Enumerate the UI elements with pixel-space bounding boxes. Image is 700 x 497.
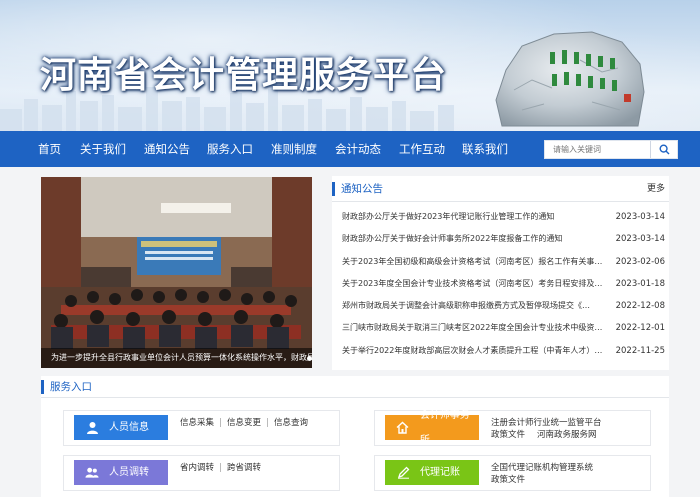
- pen-icon: [396, 466, 410, 480]
- nav-notices[interactable]: 通知公告: [144, 131, 207, 167]
- notice-item[interactable]: 关于2023年全国初级和高级会计资格考试（河南考区）报名工作有关事项的通知 202…: [332, 251, 669, 273]
- divider: [220, 418, 222, 427]
- link-bookkeeping-policy[interactable]: 政策文件: [491, 474, 593, 486]
- notice-item-title[interactable]: 关于举行2022年度财政部高层次财会人才素质提升工程（中青年人才）选拔考试的通知: [342, 340, 607, 362]
- agency-bookkeeping-button[interactable]: 代理记账: [385, 460, 479, 485]
- notice-item[interactable]: 郑州市财政局关于调整会计高级职称申报缴费方式及暂停现场提交《… 2022-12-0…: [332, 295, 669, 317]
- notice-title: 通知公告: [341, 183, 383, 195]
- search-box: [544, 140, 678, 159]
- service-card-accounting-firm: 会计师事务所 注册会计师行业统一监管平台 政策文件 河南政务服务网: [374, 410, 651, 446]
- notice-item-date: 2023-01-18: [615, 278, 665, 289]
- personnel-transfer-button[interactable]: 人员调转: [74, 460, 168, 485]
- notice-item-date: 2023-03-14: [615, 212, 665, 222]
- notice-item-date: 2022-11-25: [615, 345, 665, 356]
- notice-item-title[interactable]: 财政部办公厅关于做好2023年代理记账行业管理工作的通知: [342, 206, 607, 228]
- section-marker: [332, 182, 335, 196]
- service-title: 服务入口: [50, 381, 92, 393]
- notice-item[interactable]: 关于举行2022年度财政部高层次财会人才素质提升工程（中青年人才）选拔考试的通知…: [332, 340, 669, 362]
- service-card-agency-bookkeeping: 代理记账 全国代理记账机构管理系统 政策文件: [374, 455, 651, 491]
- link-henan-gov-service[interactable]: 河南政务服务网: [537, 430, 597, 440]
- link-in-province-transfer[interactable]: 省内调转: [180, 463, 214, 473]
- search-input[interactable]: [545, 141, 649, 158]
- notice-item[interactable]: 三门峡市财政局关于取消三门峡考区2022年度全国会计专业技术中级资格考试的通知 2…: [332, 317, 669, 339]
- service-card-personnel-info: 人员信息 信息采集 信息变更 信息查询: [63, 410, 340, 446]
- nav-contact[interactable]: 联系我们: [462, 131, 522, 167]
- notice-item[interactable]: 财政部办公厅关于做好2023年代理记账行业管理工作的通知 2023-03-14: [332, 206, 669, 228]
- news-carousel[interactable]: 为进一步提升全县行政事业单位会计人员预算一体化系统操作水平，财政局预算一体化系统…: [41, 177, 312, 368]
- personnel-info-label: 人员信息: [109, 422, 149, 433]
- notice-item-title[interactable]: 财政部办公厅关于做好会计师事务所2022年度报备工作的通知: [342, 228, 607, 250]
- link-policy-docs[interactable]: 政策文件: [491, 430, 525, 440]
- main-nav: 首页 关于我们 通知公告 服务入口 准则制度 会计动态 工作互动 联系我们: [0, 131, 700, 167]
- nav-standards[interactable]: 准则制度: [271, 131, 335, 167]
- personnel-transfer-label: 人员调转: [109, 467, 149, 478]
- notice-item-title[interactable]: 三门峡市财政局关于取消三门峡考区2022年度全国会计专业技术中级资格考试的通知: [342, 317, 607, 339]
- divider: [220, 463, 222, 472]
- header-banner: 河南省会计管理服务平台: [0, 0, 700, 131]
- divider: [267, 418, 269, 427]
- user-icon: [85, 421, 99, 435]
- link-info-change[interactable]: 信息变更: [227, 418, 261, 428]
- site-title: 河南省会计管理服务平台: [40, 55, 448, 96]
- carousel-dots: [307, 356, 312, 361]
- home-icon: [396, 421, 410, 435]
- notice-item-title[interactable]: 关于2023年全国初级和高级会计资格考试（河南考区）报名工作有关事项的通知: [342, 251, 607, 273]
- accounting-firm-button[interactable]: 会计师事务所: [385, 410, 479, 446]
- notice-item-date: 2022-12-01: [615, 323, 665, 334]
- nav-service-entry[interactable]: 服务入口: [207, 131, 271, 167]
- notice-header: 通知公告 更多: [332, 176, 669, 202]
- notice-item[interactable]: 财政部办公厅关于做好会计师事务所2022年度报备工作的通知 2023-03-14: [332, 228, 669, 250]
- meeting-photo: [41, 177, 312, 368]
- users-icon: [85, 466, 99, 480]
- service-panel: 服务入口 人员信息 信息采集 信息变更 信息查询 会计师事务所 注册会计师行业统一监…: [41, 376, 669, 497]
- agency-bookkeeping-label: 代理记账: [420, 467, 460, 478]
- nav-about[interactable]: 关于我们: [80, 131, 144, 167]
- link-info-query[interactable]: 信息查询: [274, 418, 308, 428]
- nav-interaction[interactable]: 工作互动: [399, 131, 462, 167]
- engraved-stone-image: [495, 31, 645, 127]
- notice-item-date: 2022-12-08: [615, 301, 665, 312]
- link-info-collect[interactable]: 信息采集: [180, 418, 214, 428]
- notice-more-link[interactable]: 更多: [647, 176, 665, 202]
- personnel-transfer-links: 省内调转 跨省调转: [180, 462, 261, 474]
- accounting-firm-links: 注册会计师行业统一监管平台 政策文件 河南政务服务网: [491, 417, 602, 441]
- notice-item-date: 2023-03-14: [615, 234, 665, 245]
- nav-home[interactable]: 首页: [38, 131, 80, 167]
- service-card-personnel-transfer: 人员调转 省内调转 跨省调转: [63, 455, 340, 491]
- link-cross-province-transfer[interactable]: 跨省调转: [227, 463, 261, 473]
- accounting-firm-label: 会计师事务所: [419, 409, 470, 446]
- agency-bookkeeping-links: 全国代理记账机构管理系统 政策文件: [491, 462, 593, 486]
- carousel-caption: 为进一步提升全县行政事业单位会计人员预算一体化系统操作水平，财政局预算一体化系统…: [41, 348, 312, 368]
- service-header: 服务入口: [41, 376, 669, 398]
- notice-item[interactable]: 关于2023年度全国会计专业技术资格考试（河南考区）考务日程安排及有关事项的通知…: [332, 273, 669, 295]
- notice-item-title[interactable]: 郑州市财政局关于调整会计高级职称申报缴费方式及暂停现场提交《…: [342, 295, 607, 317]
- link-bookkeeping-system[interactable]: 全国代理记账机构管理系统: [491, 462, 593, 474]
- nav-news[interactable]: 会计动态: [335, 131, 399, 167]
- notice-item-date: 2023-02-06: [615, 256, 665, 267]
- search-button[interactable]: [650, 141, 677, 158]
- carousel-dot-1[interactable]: [307, 356, 312, 361]
- personnel-info-links: 信息采集 信息变更 信息查询: [180, 417, 308, 429]
- search-icon: [658, 144, 669, 155]
- notice-panel: 通知公告 更多 财政部办公厅关于做好2023年代理记账行业管理工作的通知 2023…: [332, 176, 669, 370]
- notice-item-title[interactable]: 关于2023年度全国会计专业技术资格考试（河南考区）考务日程安排及有关事项的通知: [342, 273, 607, 295]
- link-cpa-platform[interactable]: 注册会计师行业统一监管平台: [491, 417, 602, 429]
- section-marker: [41, 380, 44, 394]
- personnel-info-button[interactable]: 人员信息: [74, 415, 168, 440]
